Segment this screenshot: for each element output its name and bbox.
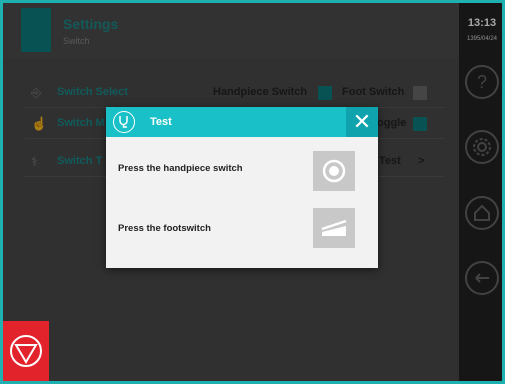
dialog-title: Test [150, 116, 172, 128]
stethoscope-icon [113, 111, 135, 133]
emergency-stop-button[interactable] [3, 321, 49, 381]
handpiece-indicator [313, 151, 355, 191]
device-frame: Settings Switch ⎆ Switch Select Handpiec… [0, 0, 505, 384]
footswitch-indicator [313, 208, 355, 248]
handpiece-step-label: Press the handpiece switch [118, 163, 243, 174]
footswitch-icon [321, 219, 347, 236]
close-icon[interactable]: ✕ [346, 107, 378, 137]
handpiece-switch-icon [322, 159, 346, 183]
test-dialog: Test ✕ Press the handpiece switch Press … [106, 107, 378, 268]
dialog-header: Test ✕ [106, 107, 378, 137]
footswitch-step-label: Press the footswitch [118, 223, 211, 234]
emergency-stop-icon [10, 335, 42, 367]
